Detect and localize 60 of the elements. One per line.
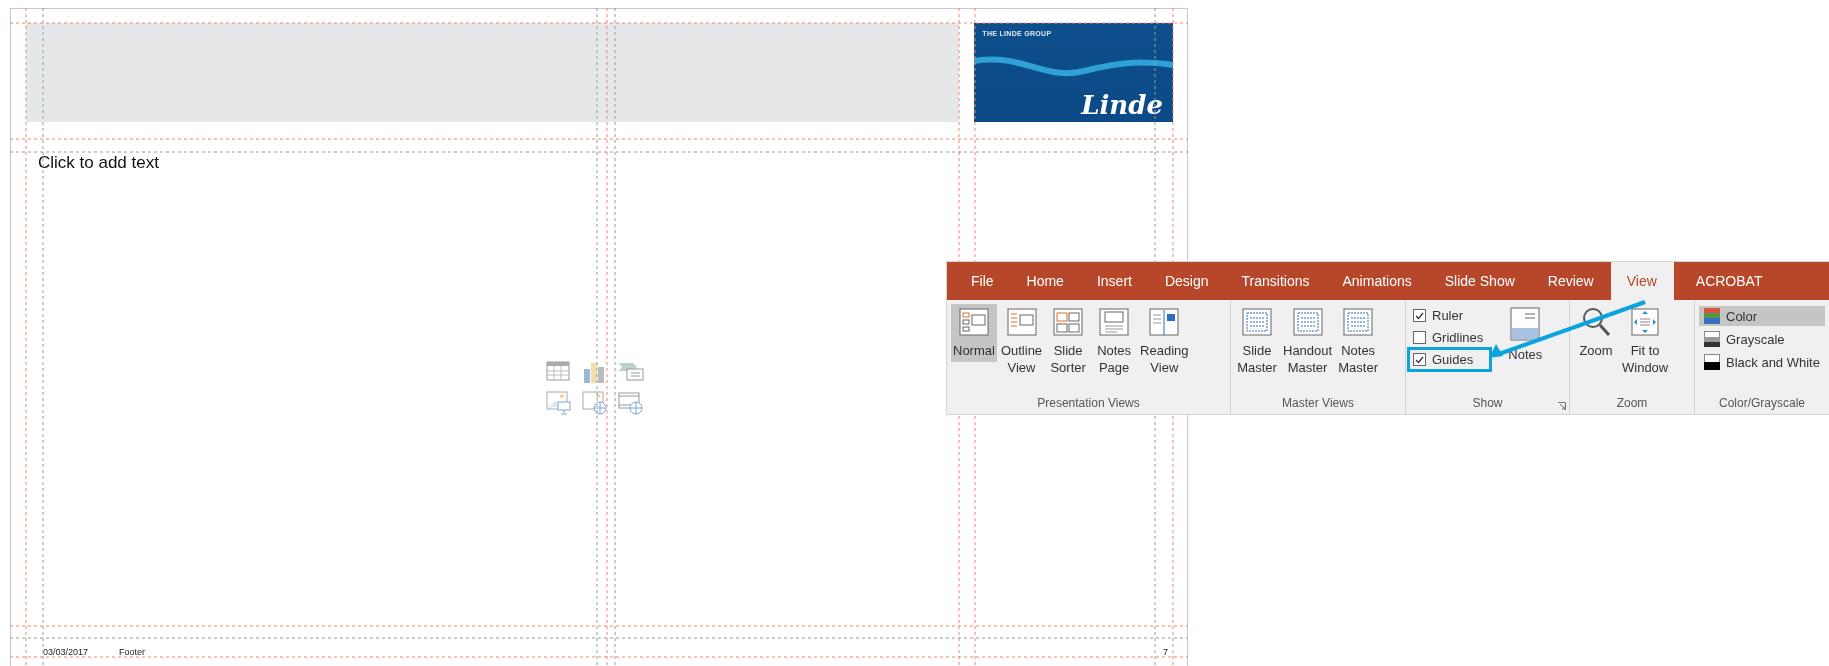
group-label: Show (1471, 396, 1504, 412)
view-icon (1005, 306, 1038, 338)
color-mode-icon (1704, 331, 1720, 347)
view-button[interactable]: Notes Page (1092, 304, 1137, 379)
master-view-button[interactable]: Handout Master (1281, 304, 1335, 379)
view-icon (1291, 306, 1324, 338)
ribbon-tab[interactable]: Design (1148, 262, 1226, 300)
footer-date: 03/03/2017 (43, 647, 90, 657)
group-label: Presentation Views (1036, 396, 1141, 412)
view-icon (1098, 306, 1131, 338)
ribbon-tab[interactable]: View (1610, 262, 1674, 300)
fit-window-icon (1629, 306, 1662, 338)
check-icon (1415, 311, 1424, 320)
master-view-button[interactable]: Slide Master (1235, 304, 1279, 379)
view-button[interactable]: Slide Sorter (1046, 304, 1091, 379)
slide-number: 7 (1163, 647, 1168, 657)
color-mode-option[interactable]: Color (1699, 306, 1825, 326)
dialog-launcher-icon[interactable] (1558, 402, 1566, 410)
color-mode-option[interactable]: Black and White (1699, 352, 1825, 372)
group-label: Zoom (1615, 396, 1649, 412)
view-icon (1342, 306, 1375, 338)
online-picture-icon[interactable] (581, 390, 608, 415)
view-icon (1148, 306, 1181, 338)
master-view-button[interactable]: Notes Master (1336, 304, 1381, 379)
diagram-icon[interactable] (617, 360, 644, 381)
video-icon[interactable] (617, 390, 644, 415)
ribbon-tab[interactable]: ACROBAT (1679, 262, 1780, 300)
checkbox[interactable]: Guides (1410, 350, 1490, 369)
ribbon-tab[interactable]: Animations (1326, 262, 1429, 300)
color-mode-icon (1704, 354, 1720, 370)
color-mode-icon (1704, 308, 1720, 324)
checkbox[interactable]: Gridlines (1410, 328, 1490, 347)
ribbon-tab[interactable]: Slide Show (1428, 262, 1532, 300)
color-mode-option[interactable]: Grayscale (1699, 329, 1825, 349)
view-button[interactable]: Outline View (998, 304, 1045, 379)
zoom-button[interactable]: Zoom (1574, 304, 1618, 362)
body-placeholder[interactable]: Click to add text (38, 153, 159, 173)
checkbox[interactable]: Ruler (1410, 306, 1490, 325)
table-icon[interactable] (545, 360, 570, 381)
view-icon (1241, 306, 1273, 338)
view-icon (1052, 306, 1085, 338)
view-button[interactable]: Reading View (1138, 304, 1191, 379)
group-label: Color/Grayscale (1718, 396, 1806, 412)
footer-text: Footer (119, 647, 145, 657)
chart-icon[interactable] (581, 360, 606, 383)
ribbon-tab[interactable]: Home (1010, 262, 1081, 300)
picture-icon[interactable] (545, 390, 572, 415)
ribbon-tab[interactable]: Review (1531, 262, 1611, 300)
fit-to-window-button[interactable]: Fit to Window (1620, 304, 1671, 379)
magnifier-icon (1580, 306, 1612, 338)
ribbon-tab[interactable]: File (955, 262, 1011, 300)
view-icon (957, 306, 990, 338)
view-button[interactable]: Normal (951, 304, 997, 362)
ribbon-tab[interactable]: Transitions (1225, 262, 1327, 300)
notes-button[interactable]: Notes (1503, 304, 1548, 366)
check-icon (1415, 355, 1424, 364)
group-label: Master Views (1281, 396, 1355, 412)
ribbon-tab[interactable]: Insert (1080, 262, 1149, 300)
notes-icon (1509, 306, 1542, 342)
logo-wordmark: Linde (1081, 92, 1163, 118)
